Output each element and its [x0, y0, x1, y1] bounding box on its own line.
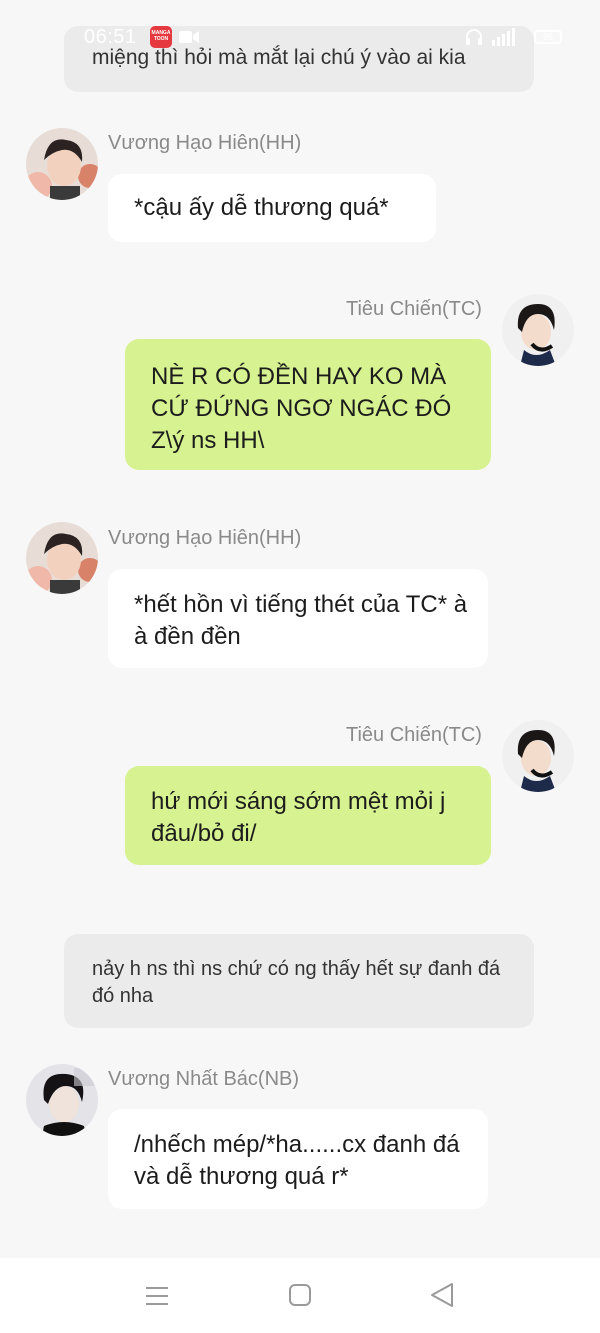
message-bubble[interactable]: /nhếch mép/*ha......cx đanh đá và dễ thư…	[108, 1109, 488, 1209]
mangatoon-app-icon: MANGA TOON	[150, 26, 172, 48]
message-bubble[interactable]: NÈ R CÓ ĐỀN HAY KO MÀ CỨ ĐỨNG NGƠ NGÁC Đ…	[125, 339, 491, 470]
battery-icon: 95	[534, 30, 562, 44]
avatar-tc[interactable]	[502, 294, 574, 366]
status-bar: 06:51 MANGA TOON 95	[0, 22, 600, 52]
avatar-nb[interactable]	[26, 1064, 98, 1136]
avatar-hh-icon	[26, 522, 98, 594]
message-bubble[interactable]: hứ mới sáng sớm mệt mỏi j đâu/bỏ đi/	[125, 766, 491, 865]
avatar-tc[interactable]	[502, 720, 574, 792]
message-text: /nhếch mép/*ha......cx đanh đá và dễ thư…	[134, 1131, 460, 1190]
message-bubble[interactable]: *cậu ấy dễ thương quá*	[108, 174, 436, 242]
message-bubble[interactable]: *hết hồn vì tiếng thét của TC* à à đền đ…	[108, 569, 488, 668]
avatar-nb-icon	[26, 1064, 98, 1136]
avatar-hh[interactable]	[26, 522, 98, 594]
message-text: NÈ R CÓ ĐỀN HAY KO MÀ CỨ ĐỨNG NGƠ NGÁC Đ…	[151, 363, 452, 454]
home-icon[interactable]	[289, 1284, 311, 1306]
sender-name: Vương Hạo Hiên(HH)	[108, 527, 302, 549]
avatar-hh[interactable]	[26, 128, 98, 200]
message-text: hứ mới sáng sớm mệt mỏi j đâu/bỏ đi/	[151, 788, 446, 847]
status-time: 06:51	[84, 26, 137, 48]
sender-name: Tiêu Chiến(TC)	[346, 298, 482, 320]
avatar-hh-icon	[26, 128, 98, 200]
signal-icon	[492, 28, 515, 46]
menu-icon[interactable]	[145, 1286, 169, 1306]
headset-icon	[466, 29, 482, 45]
sender-name: Vương Nhất Bác(NB)	[108, 1068, 300, 1090]
avatar-tc-icon	[502, 720, 574, 792]
narration-box: nảy h ns thì ns chứ có ng thấy hết sự đa…	[64, 934, 534, 1028]
sender-name: Vương Hạo Hiên(HH)	[108, 132, 302, 154]
sender-name: Tiêu Chiến(TC)	[346, 724, 482, 746]
narration-text: nảy h ns thì ns chứ có ng thấy hết sự đa…	[92, 958, 501, 1007]
navigation-bar	[0, 1258, 600, 1333]
video-camera-icon	[179, 31, 199, 43]
message-text: *hết hồn vì tiếng thét của TC* à à đền đ…	[134, 591, 468, 650]
message-text: *cậu ấy dễ thương quá*	[134, 194, 389, 221]
back-icon[interactable]	[430, 1282, 454, 1308]
avatar-tc-icon	[502, 294, 574, 366]
